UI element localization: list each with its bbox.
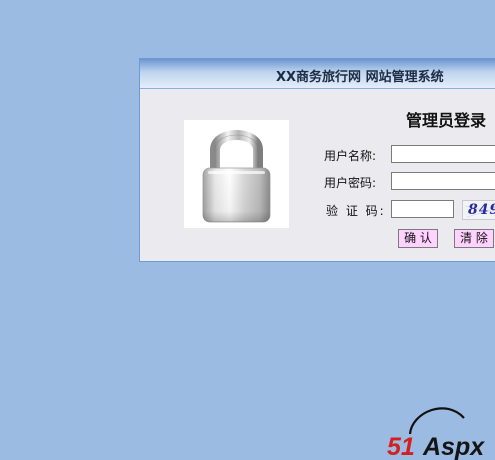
username-input[interactable] xyxy=(391,145,495,163)
confirm-button[interactable]: 确 认 xyxy=(398,229,438,248)
form-heading: 管理员登录 xyxy=(406,111,487,130)
password-label: 用户密码: xyxy=(324,176,377,190)
captcha-input[interactable] xyxy=(391,200,454,218)
panel-title: XX商务旅行网 网站管理系统 xyxy=(276,70,444,85)
captcha-label: 验 证 码: xyxy=(326,204,386,218)
captcha-text: 849 xyxy=(468,202,495,218)
panel-header: XX商务旅行网 网站管理系统 xyxy=(140,59,495,89)
login-panel: XX商务旅行网 网站管理系统 管理员登录 用户名称: 用户密码: 验 证 码: … xyxy=(139,58,495,262)
padlock-icon xyxy=(184,120,289,228)
clear-button[interactable]: 清 除 xyxy=(454,229,494,248)
captcha-image[interactable]: 849 xyxy=(462,200,495,220)
password-input[interactable] xyxy=(391,172,495,190)
51aspx-logo: 51 Aspx xyxy=(384,400,495,460)
username-label: 用户名称: xyxy=(324,149,377,163)
